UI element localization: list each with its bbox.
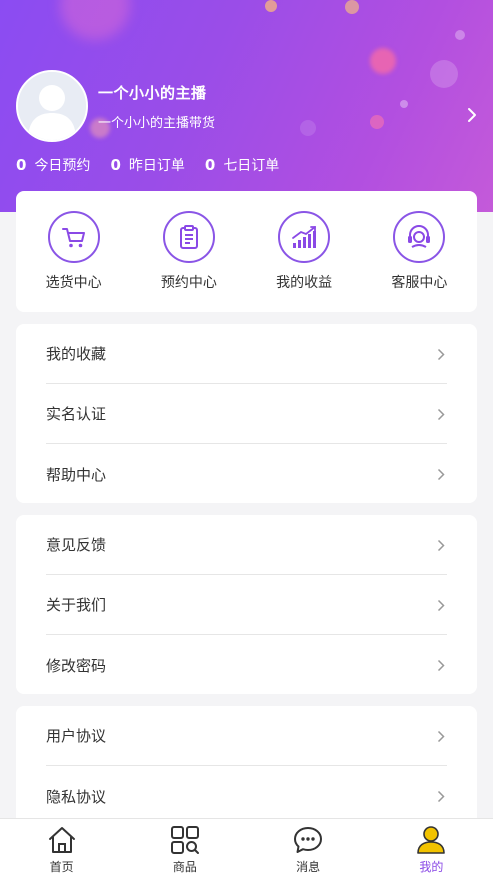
profile-header: 一个小小的主播 一个小小的主播带货 0 今日预约 0 昨日订单 0 七日订单 — [0, 0, 493, 212]
tab-label: 首页 — [49, 860, 74, 874]
avatar[interactable] — [16, 70, 88, 142]
menu-item-label: 隐私协议 — [46, 787, 107, 806]
clipboard-icon — [179, 225, 198, 249]
stat-today-bookings[interactable]: 0 今日预约 — [16, 155, 90, 175]
stat-value: 0 — [16, 156, 27, 174]
quick-actions-card: 选货中心 预约中心 我的收益 客服中心 — [16, 191, 477, 312]
bokeh-decoration — [345, 0, 359, 14]
tab-label: 商品 — [172, 860, 197, 874]
quick-action-label: 选货中心 — [45, 275, 102, 291]
user-icon — [417, 826, 446, 854]
chevron-right-icon — [437, 730, 445, 743]
chevron-right-icon — [437, 348, 445, 361]
quick-action-label: 预约中心 — [160, 275, 217, 291]
menu-item-user-agreement[interactable]: 用户协议 — [46, 706, 447, 766]
headset-icon — [408, 225, 431, 248]
bokeh-decoration — [430, 60, 458, 88]
menu-item-privacy-policy[interactable]: 隐私协议 — [46, 766, 447, 826]
bokeh-decoration — [60, 0, 130, 40]
tab-home[interactable]: 首页 — [0, 819, 123, 879]
chevron-right-icon — [437, 659, 445, 672]
bokeh-decoration — [370, 48, 396, 74]
menu-item-help-center[interactable]: 帮助中心 — [46, 444, 447, 504]
chevron-right-icon — [437, 539, 445, 552]
tab-label: 我的 — [419, 860, 444, 874]
bokeh-decoration — [370, 115, 384, 129]
tab-label: 消息 — [296, 860, 321, 874]
bokeh-decoration — [300, 120, 316, 136]
quick-action-label: 客服中心 — [391, 275, 448, 291]
user-subtitle: 一个小小的主播带货 — [98, 116, 216, 131]
quick-action-my-earnings[interactable]: 我的收益 — [254, 211, 354, 312]
menu-group-settings: 意见反馈 关于我们 修改密码 — [16, 515, 477, 694]
chevron-right-icon — [437, 468, 445, 481]
stats-row: 0 今日预约 0 昨日订单 0 七日订单 — [16, 155, 299, 175]
stat-label: 昨日订单 — [128, 158, 185, 174]
tab-products[interactable]: 商品 — [123, 819, 246, 879]
menu-item-label: 用户协议 — [46, 727, 107, 745]
menu-item-label: 我的收藏 — [46, 345, 107, 363]
menu-item-label: 帮助中心 — [46, 465, 107, 484]
chevron-right-icon — [437, 599, 445, 612]
quick-action-product-center[interactable]: 选货中心 — [24, 211, 124, 312]
menu-item-change-password[interactable]: 修改密码 — [46, 635, 447, 695]
stat-value: 0 — [204, 156, 216, 174]
menu-item-label: 关于我们 — [46, 596, 107, 614]
quick-action-label: 我的收益 — [276, 275, 333, 291]
profile-page: 一个小小的主播 一个小小的主播带货 0 今日预约 0 昨日订单 0 七日订单 选… — [0, 0, 493, 879]
menu-item-label: 修改密码 — [46, 656, 107, 675]
bokeh-decoration — [400, 100, 408, 108]
home-icon — [48, 827, 75, 853]
stat-label: 七日订单 — [223, 158, 280, 174]
chevron-right-icon — [437, 408, 445, 421]
bokeh-decoration — [455, 30, 465, 40]
bokeh-decoration — [265, 0, 277, 12]
menu-item-favorites[interactable]: 我的收藏 — [46, 324, 447, 384]
grid-icon — [170, 826, 199, 854]
menu-item-label: 实名认证 — [46, 405, 107, 423]
menu-group-legal: 用户协议 隐私协议 — [16, 706, 477, 826]
earnings-chart-icon — [292, 226, 317, 248]
menu-item-about-us[interactable]: 关于我们 — [46, 575, 447, 635]
quick-action-customer-service[interactable]: 客服中心 — [369, 211, 469, 312]
menu-item-label: 意见反馈 — [46, 536, 107, 554]
cart-icon — [61, 228, 85, 248]
bottom-tab-bar: 首页 商品 消息 我的 — [0, 818, 493, 879]
menu-item-identity-verification[interactable]: 实名认证 — [46, 384, 447, 444]
menu-item-feedback[interactable]: 意见反馈 — [46, 515, 447, 575]
chevron-right-icon[interactable] — [465, 106, 479, 124]
user-name[interactable]: 一个小小的主播 — [98, 82, 207, 103]
stat-seven-day-orders[interactable]: 0 七日订单 — [205, 155, 279, 175]
quick-action-circle — [393, 211, 446, 263]
stat-yesterday-orders[interactable]: 0 昨日订单 — [110, 155, 184, 175]
stat-value: 0 — [110, 156, 121, 174]
quick-action-circle — [278, 211, 331, 263]
quick-action-circle — [162, 211, 215, 263]
quick-action-booking-center[interactable]: 预约中心 — [139, 211, 239, 312]
default-avatar-icon — [18, 72, 86, 140]
message-icon — [294, 827, 323, 853]
stat-label: 今日预约 — [34, 158, 91, 174]
menu-group-account: 我的收藏 实名认证 帮助中心 — [16, 324, 477, 503]
tab-mine[interactable]: 我的 — [370, 819, 493, 879]
tab-messages[interactable]: 消息 — [247, 819, 370, 879]
quick-action-circle — [47, 211, 100, 263]
chevron-right-icon — [437, 790, 445, 803]
